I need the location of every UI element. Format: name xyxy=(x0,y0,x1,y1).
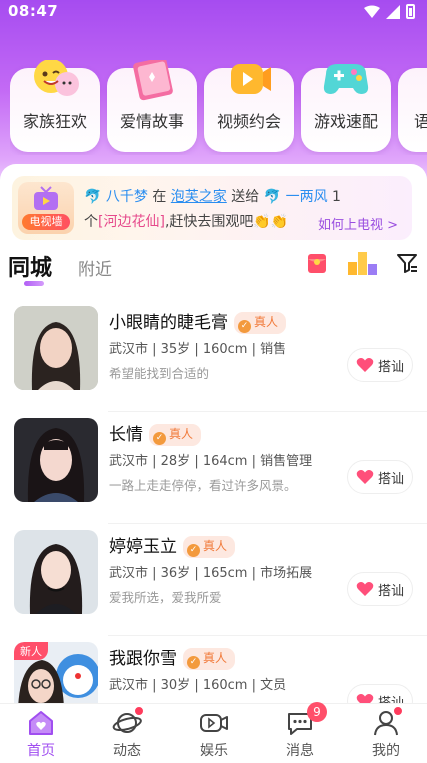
gamepad-icon xyxy=(323,64,369,94)
ticker-count: 1 xyxy=(332,189,341,205)
video-camera-icon xyxy=(231,64,271,94)
ticker-line-1: 🐬 八千梦 在 泡芙之家 送给 🐬 一两风 1 xyxy=(84,186,341,206)
battery-icon xyxy=(406,4,415,19)
nav-label: 我的 xyxy=(372,743,400,759)
status-time: 08:47 xyxy=(8,2,59,20)
user-meta: 武汉市 | 35岁 | 160cm | 销售 xyxy=(109,342,287,357)
video-icon xyxy=(200,714,228,732)
nav-profile[interactable]: 我的 xyxy=(356,706,416,760)
avatar[interactable] xyxy=(14,530,98,614)
red-envelope-icon[interactable] xyxy=(306,252,328,274)
avatar[interactable] xyxy=(14,418,98,502)
signal-icon xyxy=(386,4,400,19)
category-label: 家族狂欢 xyxy=(22,112,87,131)
category-family-party[interactable]: 家族狂欢 xyxy=(10,60,100,152)
ticker-family[interactable]: 泡芙之家 xyxy=(171,189,227,205)
verified-check-icon: ✓ xyxy=(238,320,251,333)
new-user-badge: 新人 xyxy=(14,642,48,660)
user-motto: 一路上走走停停，看过许多风景。 xyxy=(109,478,297,493)
unread-count-badge: 9 xyxy=(307,702,327,722)
how-to-tv-link[interactable]: 如何上电视 > xyxy=(318,214,398,233)
heart-icon xyxy=(356,358,374,372)
nav-entertainment[interactable]: 娱乐 xyxy=(184,708,244,760)
list-item[interactable]: 小眼睛的睫毛膏 ✓ 真人 武汉市 | 35岁 | 160cm | 销售 希望能找到合… xyxy=(0,300,427,412)
avatar[interactable] xyxy=(14,306,98,390)
verified-badge: ✓ 真人 xyxy=(149,424,202,446)
verified-badge: ✓ 真人 xyxy=(183,648,236,670)
tab-bar: 同城 附近 xyxy=(8,250,418,290)
tab-same-city[interactable]: 同城 xyxy=(8,250,52,282)
ticker-at: 在 xyxy=(152,189,167,205)
dolphin-icon: 🐬 xyxy=(263,189,282,205)
ranking-icon[interactable] xyxy=(346,250,378,276)
greet-button[interactable]: 搭讪 xyxy=(347,572,413,606)
nav-messages[interactable]: 9 消息 xyxy=(270,702,330,760)
home-icon xyxy=(29,711,53,735)
category-video-date[interactable]: 视频约会 xyxy=(204,64,294,152)
bottom-nav: 首页 动态 娱乐 9 消息 我的 xyxy=(0,702,427,763)
tv-wall-label: 电视墙 xyxy=(22,214,70,230)
dolphin-icon: 🐬 xyxy=(84,189,102,205)
nav-moments[interactable]: 动态 xyxy=(97,706,157,760)
emoji-faces-icon xyxy=(34,60,79,96)
ticker-gift: [河边花仙] xyxy=(98,214,165,230)
tab-indicator xyxy=(24,281,44,286)
category-game-match[interactable]: 游戏速配 xyxy=(301,64,391,152)
user-name[interactable]: 婷婷玉立 ✓ 真人 xyxy=(109,532,236,558)
nav-home[interactable]: 首页 xyxy=(11,708,71,760)
ticker-line-2: 个[河边花仙],赶快去围观吧👏👏 xyxy=(84,211,288,231)
user-meta: 武汉市 | 28岁 | 164cm | 销售管理 xyxy=(109,454,313,469)
status-bar: 08:47 xyxy=(0,0,427,24)
ticker-gave: 送给 xyxy=(231,189,260,205)
ticker-prefix: 个 xyxy=(84,214,98,230)
user-meta: 武汉市 | 30岁 | 160cm | 文员 xyxy=(109,678,287,693)
category-voice[interactable]: 语 xyxy=(398,68,427,152)
heart-icon xyxy=(356,582,374,596)
verified-check-icon: ✓ xyxy=(153,432,166,445)
user-meta: 武汉市 | 36岁 | 165cm | 市场拓展 xyxy=(109,566,313,581)
ticker-suffix: ,赶快去围观吧👏👏 xyxy=(164,214,289,230)
tv-icon xyxy=(34,186,58,210)
user-motto: 希望能找到合适的 xyxy=(109,366,210,381)
verified-check-icon: ✓ xyxy=(187,656,200,669)
verified-badge: ✓ 真人 xyxy=(183,536,236,558)
user-name[interactable]: 长情 ✓ 真人 xyxy=(109,420,202,446)
verified-badge: ✓ 真人 xyxy=(234,312,287,334)
list-item[interactable]: 长情 ✓ 真人 武汉市 | 28岁 | 164cm | 销售管理 一路上走走停停，看… xyxy=(0,412,427,524)
notification-dot xyxy=(134,706,144,716)
user-name[interactable]: 我跟你雪 ✓ 真人 xyxy=(109,644,236,670)
category-label: 游戏速配 xyxy=(313,112,378,131)
voice-icon xyxy=(415,60,427,104)
category-label: 视频约会 xyxy=(216,112,281,131)
ticker-receiver[interactable]: 一两风 xyxy=(286,189,328,205)
filter-icon[interactable] xyxy=(396,252,418,274)
greet-button[interactable]: 搭讪 xyxy=(347,348,413,382)
list-item[interactable]: 婷婷玉立 ✓ 真人 武汉市 | 36岁 | 165cm | 市场拓展 爱我所选，爱我… xyxy=(0,524,427,636)
category-love-story[interactable]: 爱情故事 xyxy=(107,60,197,152)
tv-wall-ticker[interactable]: 电视墙 🐬 八千梦 在 泡芙之家 送给 🐬 一两风 1 个[河边花仙],赶快去围… xyxy=(12,176,412,240)
category-label: 语 xyxy=(414,112,427,131)
notification-dot xyxy=(393,706,403,716)
nav-label: 动态 xyxy=(113,743,141,759)
user-name[interactable]: 小眼睛的睫毛膏 ✓ 真人 xyxy=(109,308,287,334)
category-label: 爱情故事 xyxy=(119,112,184,131)
verified-check-icon: ✓ xyxy=(187,544,200,557)
heart-icon xyxy=(356,470,374,484)
tab-nearby[interactable]: 附近 xyxy=(78,255,112,280)
main-panel: 电视墙 🐬 八千梦 在 泡芙之家 送给 🐬 一两风 1 个[河边花仙],赶快去围… xyxy=(0,164,427,726)
wifi-icon xyxy=(364,5,380,18)
user-motto: 爱我所选，爱我所爱 xyxy=(109,590,222,605)
category-strip: 家族狂欢 爱情故事 视频约会 游戏速配 语 xyxy=(10,60,427,155)
pink-book-icon xyxy=(133,60,173,101)
tv-wall-badge: 电视墙 xyxy=(18,182,74,234)
ticker-sender[interactable]: 八千梦 xyxy=(106,189,148,205)
nav-label: 首页 xyxy=(27,743,55,759)
greet-button[interactable]: 搭讪 xyxy=(347,460,413,494)
nav-label: 娱乐 xyxy=(200,743,228,759)
nav-label: 消息 xyxy=(286,743,314,759)
